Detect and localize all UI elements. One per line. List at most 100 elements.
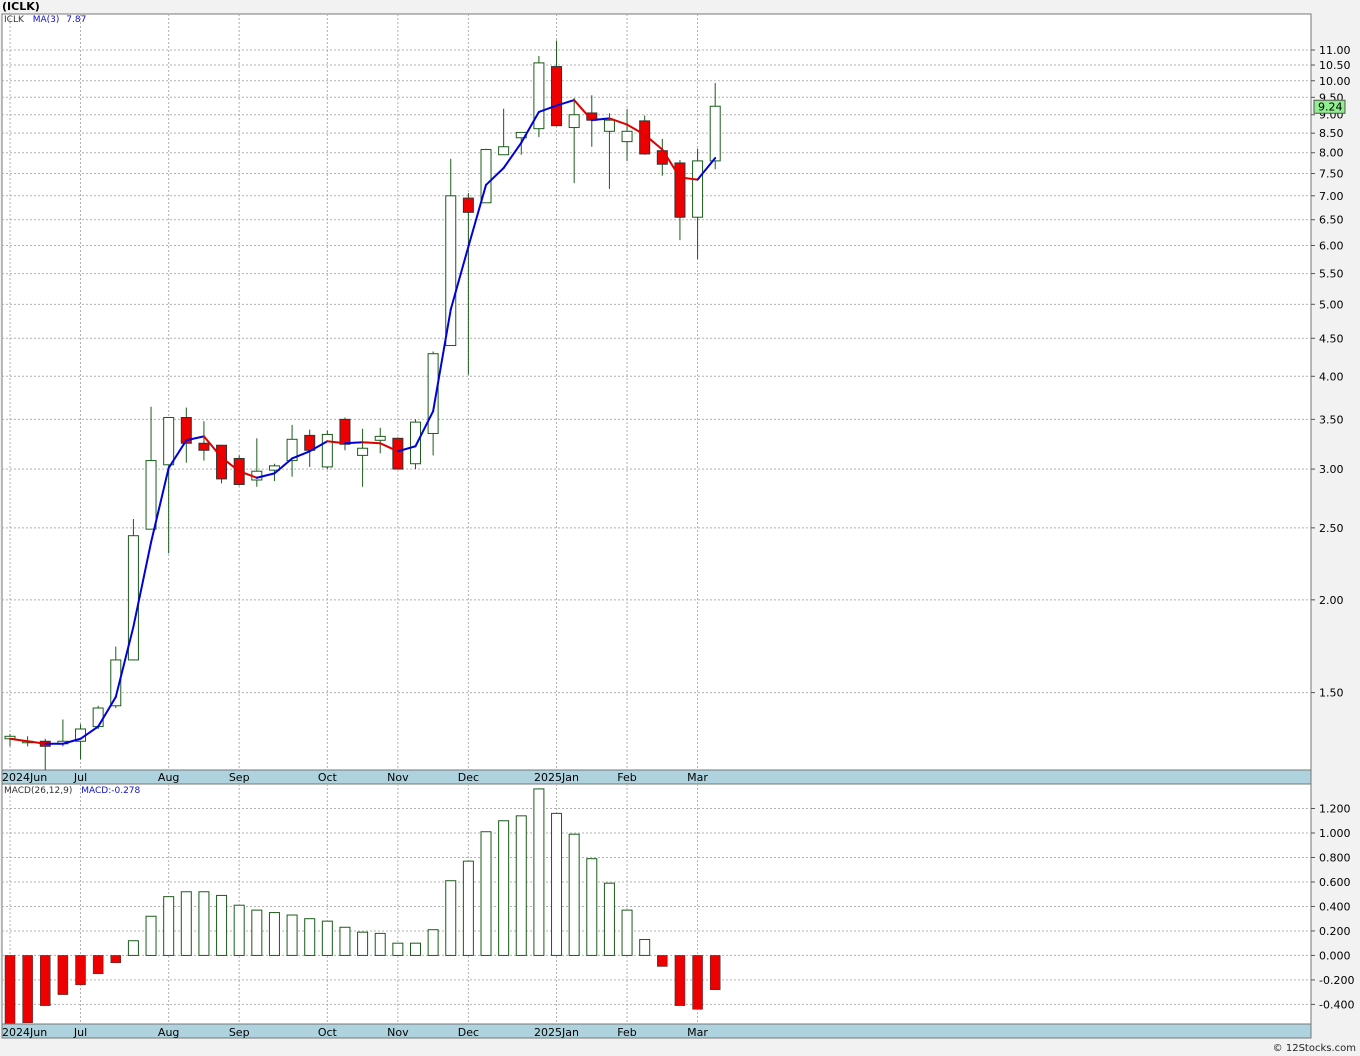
price-tick-label: 7.00 <box>1319 190 1344 203</box>
macd-x-label: 2024Jun <box>2 1026 47 1039</box>
candle-body <box>339 418 351 445</box>
macd-bar <box>392 942 404 956</box>
legend-ma-label: MA(3) <box>32 15 60 25</box>
candle-body <box>709 105 721 162</box>
price-tick-label: 4.00 <box>1319 370 1344 383</box>
candle-body <box>409 421 421 465</box>
macd-bar <box>198 891 210 956</box>
price-tick-label: 11.00 <box>1319 44 1351 57</box>
macd-bar <box>286 914 298 956</box>
price-tick-label: 2.50 <box>1319 522 1344 535</box>
macd-bar <box>233 904 245 956</box>
macd-bar <box>674 955 686 1006</box>
candle-body <box>216 444 228 480</box>
macd-bar <box>603 882 615 956</box>
price-x-label: Sep <box>229 771 250 784</box>
candle-body <box>621 130 633 143</box>
price-x-label: Dec <box>458 771 479 784</box>
price-plot-area <box>1 13 1312 771</box>
macd-x-label: Mar <box>687 1026 708 1039</box>
candle-body <box>551 66 563 127</box>
candle-body <box>462 197 474 213</box>
macd-bar <box>216 894 228 956</box>
macd-bar <box>92 955 104 975</box>
macd-bar <box>692 955 703 1010</box>
macd-bar <box>40 955 51 1006</box>
macd-bar <box>709 955 721 990</box>
macd-tick-label: 0.800 <box>1319 851 1351 864</box>
macd-tick-label: 1.000 <box>1319 827 1351 840</box>
macd-x-label: Dec <box>458 1026 479 1039</box>
price-x-label: Aug <box>158 771 179 784</box>
candle-body <box>568 114 580 129</box>
candle-body <box>392 437 404 470</box>
macd-tick-label: 1.200 <box>1319 802 1351 815</box>
macd-bar <box>586 858 598 956</box>
macd-bar <box>515 815 527 956</box>
price-tick-label: 10.50 <box>1319 59 1351 72</box>
price-x-label: Oct <box>318 771 338 784</box>
price-tick-label: 6.00 <box>1319 240 1344 253</box>
price-x-label: Nov <box>387 771 409 784</box>
price-tick-label: 6.50 <box>1319 214 1344 227</box>
macd-axis: 1.200 1.000 0.800 0.600 0.400 0.200 0.000 -0.20… <box>1311 802 1354 1011</box>
macd-legend-value: MACD:-0.278 <box>81 786 141 796</box>
price-tick-label: 2.00 <box>1319 594 1344 607</box>
macd-bar <box>639 939 651 956</box>
price-x-label: Mar <box>687 771 708 784</box>
macd-bar <box>304 918 316 956</box>
macd-x-label: Sep <box>229 1026 250 1039</box>
macd-plot-area <box>1 783 1312 1025</box>
stock-chart: 11.0010.5010.009.509.008.508.007.507.006… <box>1 13 1354 1039</box>
macd-bar <box>445 880 457 956</box>
candle-body <box>498 146 510 156</box>
price-tick-label: 8.50 <box>1319 127 1344 140</box>
macd-tick-label: 0.200 <box>1319 925 1351 938</box>
price-tick-label: 7.50 <box>1319 168 1344 181</box>
macd-bar <box>357 931 369 956</box>
macd-bar <box>427 929 439 956</box>
candle-body <box>603 119 615 132</box>
macd-bar <box>321 920 333 956</box>
macd-bar <box>409 942 421 956</box>
macd-bar <box>251 909 263 956</box>
legend-symbol: ICLK <box>4 15 24 25</box>
price-x-axis-band <box>1 769 1312 785</box>
candle-body <box>321 433 333 468</box>
macd-bar <box>568 833 580 956</box>
macd-bar <box>374 932 386 956</box>
candle-body <box>374 435 386 441</box>
macd-x-label: Oct <box>318 1026 338 1039</box>
macd-bar <box>145 915 157 956</box>
macd-x-label: 2025Jan <box>534 1026 579 1039</box>
macd-bar <box>75 955 86 986</box>
price-tick-label: 5.50 <box>1319 268 1344 281</box>
macd-bar <box>533 788 545 956</box>
price-tick-label: 5.00 <box>1319 298 1344 311</box>
macd-tick-label: -0.200 <box>1319 974 1354 987</box>
price-x-label: 2024Jun <box>2 771 47 784</box>
candle-body <box>656 150 668 165</box>
chart-title: (ICLK) <box>2 0 40 13</box>
macd-bar <box>480 831 492 956</box>
macd-x-label: Aug <box>158 1026 179 1039</box>
macd-bar <box>498 820 510 956</box>
price-x-label: Jul <box>73 771 87 784</box>
macd-tick-label: 0.000 <box>1319 949 1351 962</box>
candle-body <box>163 417 175 466</box>
candle-body <box>304 434 316 451</box>
price-axis: 11.0010.5010.009.509.008.508.007.507.006… <box>1311 44 1351 700</box>
macd-bar <box>551 812 563 956</box>
macd-x-label: Feb <box>617 1026 636 1039</box>
macd-tick-label: 0.600 <box>1319 876 1351 889</box>
ma-segment <box>343 441 364 445</box>
last-price-label: 9.24 <box>1318 100 1343 113</box>
macd-legend-label: MACD(26,12,9) <box>4 786 73 796</box>
candle-body <box>692 160 704 218</box>
macd-bar <box>163 896 175 956</box>
candle-body <box>198 442 210 451</box>
macd-bar <box>22 955 33 1024</box>
price-tick-label: 10.00 <box>1319 75 1351 88</box>
site-credit: © 12Stocks.com <box>1272 1043 1356 1054</box>
macd-bar <box>4 955 16 1025</box>
